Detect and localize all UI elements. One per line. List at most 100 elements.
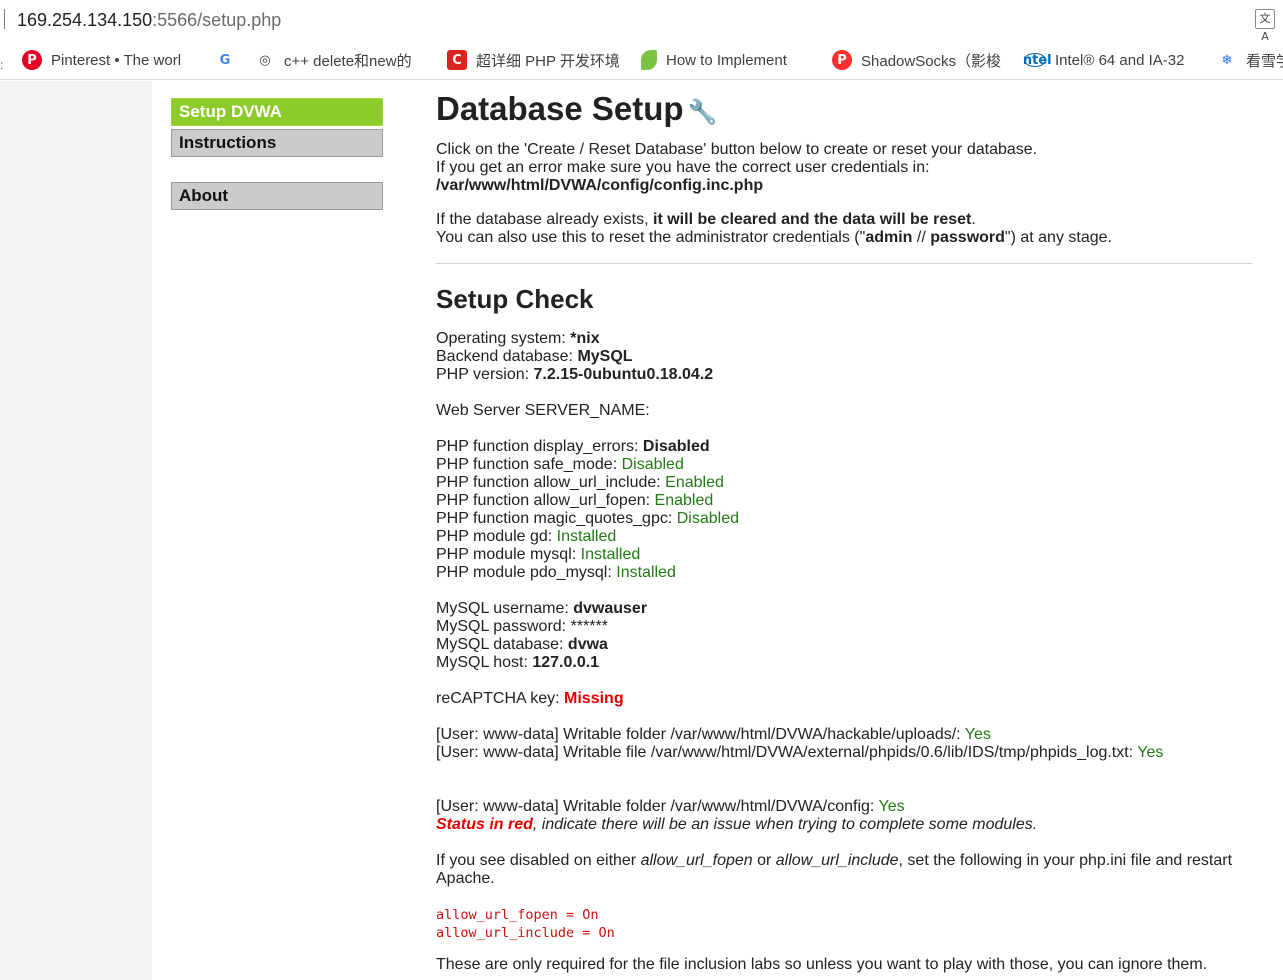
status-ok: Enabled: [654, 492, 714, 509]
db-row: Backend database: MySQL: [436, 348, 633, 366]
bookmark-label: c++ delete和new的: [284, 52, 412, 70]
gd-module-row: PHP module gd: Installed: [436, 528, 616, 546]
bookmark-intel[interactable]: intel Intel® 64 and IA-32: [1024, 49, 1198, 71]
status-legend: Status in red, indicate there will be an…: [436, 816, 1037, 834]
reset-password: password: [930, 229, 1005, 246]
bookmark-label: 超详细 PHP 开发环境: [476, 52, 619, 70]
text-cursor: [4, 9, 5, 29]
bookmark-label: Intel® 64 and IA-32: [1055, 51, 1185, 69]
exists-bold: it will be cleared and the data will be …: [653, 211, 972, 228]
display-errors-row: PHP function display_errors: Disabled: [436, 438, 710, 456]
bookmark-csdn[interactable]: C 超详细 PHP 开发环境: [447, 49, 619, 71]
mysql-host-row: MySQL host: 127.0.0.1: [436, 654, 599, 672]
bookmarks-bar: : P Pinterest • The worl G ◎ c++ delete和…: [0, 40, 1283, 80]
intro-line-1: Click on the 'Create / Reset Database' b…: [436, 141, 1038, 158]
row-label: [User: www-data] Writable folder /var/ww…: [436, 726, 965, 743]
snowflake-icon: ❄: [1221, 52, 1233, 68]
mysql-module-row: PHP module mysql: Installed: [436, 546, 640, 564]
page-title-text: Database Setup: [436, 90, 684, 127]
row-label: MySQL database:: [436, 636, 568, 653]
status-ok: Disabled: [621, 456, 684, 473]
os-value: *nix: [570, 330, 600, 347]
reset-admin: admin: [865, 229, 913, 246]
status-ok: Yes: [964, 726, 991, 743]
row-label: PHP module gd:: [436, 528, 557, 545]
disabled-fopen: allow_url_fopen: [640, 852, 753, 869]
bookmark-google[interactable]: G: [215, 49, 239, 71]
row-label: MySQL username:: [436, 600, 574, 617]
status-ok: Yes: [1137, 744, 1164, 761]
status-ok: Installed: [580, 546, 641, 563]
row-label: reCAPTCHA key:: [436, 690, 565, 707]
row-label: PHP module mysql:: [436, 546, 581, 563]
status-ok: Installed: [556, 528, 617, 545]
safe-mode-row: PHP function safe_mode: Disabled: [436, 456, 684, 474]
uploads-writable-row: [User: www-data] Writable folder /var/ww…: [436, 726, 991, 744]
magic-quotes-row: PHP function magic_quotes_gpc: Disabled: [436, 510, 739, 528]
reset-credentials-note: You can also use this to reset the admin…: [436, 229, 1112, 247]
row-label: MySQL host:: [436, 654, 533, 671]
disabled-suffix: , set the following in your php.ini file…: [898, 852, 1233, 869]
reset-prefix: You can also use this to reset the admin…: [436, 229, 866, 246]
address-bar[interactable]: 169.254.134.150:5566/setup.php 文A: [0, 0, 1283, 43]
mysql-database-row: MySQL database: dvwa: [436, 636, 608, 654]
cpp-icon: ◎: [259, 52, 271, 68]
status-red-text: Status in red: [436, 816, 533, 833]
os-row: Operating system: *nix: [436, 330, 600, 348]
allow-url-include-row: PHP function allow_url_include: Enabled: [436, 474, 724, 492]
config-writable-row: [User: www-data] Writable folder /var/ww…: [436, 798, 905, 816]
php-label: PHP version:: [436, 366, 534, 383]
bookmark-label: 看雪学: [1246, 52, 1283, 70]
bookmark-label: ShadowSocks（影梭: [861, 52, 1002, 70]
menu-setup-dvwa[interactable]: Setup DVWA: [171, 98, 383, 126]
disabled-include: allow_url_include: [775, 852, 899, 869]
status-ok: Installed: [616, 564, 676, 581]
row-value: dvwauser: [573, 600, 648, 617]
row-label: PHP function allow_url_include:: [436, 474, 666, 491]
row-label: [User: www-data] Writable file /var/www/…: [436, 744, 1138, 761]
url-path: :5566/setup.php: [152, 10, 282, 30]
translate-icon[interactable]: 文A: [1255, 9, 1275, 43]
intro-line-2: If you get an error make sure you have t…: [436, 159, 930, 176]
exists-prefix: If the database already exists,: [436, 211, 654, 228]
bookmarks-overflow-icon[interactable]: :: [0, 58, 3, 72]
config-path: /var/www/html/DVWA/config/config.inc.php: [436, 177, 763, 195]
url-text[interactable]: 169.254.134.150:5566/setup.php: [17, 9, 281, 31]
status-ok: Yes: [878, 798, 905, 815]
setup-check-title: Setup Check: [436, 284, 594, 314]
disabled-note-line-2: Apache.: [436, 870, 495, 887]
exists-suffix: .: [971, 211, 976, 228]
pdo-mysql-row: PHP module pdo_mysql: Installed: [436, 564, 676, 582]
menu-about[interactable]: About: [171, 182, 383, 210]
bookmark-kanxue[interactable]: ❄ 看雪学: [1217, 49, 1283, 71]
status-ok: Disabled: [676, 510, 740, 527]
config-code-line-1: allow_url_fopen = On: [436, 907, 599, 923]
row-label: PHP function display_errors:: [436, 438, 643, 455]
divider: [436, 263, 1252, 264]
phpids-writable-row: [User: www-data] Writable file /var/www/…: [436, 744, 1163, 762]
wrench-icon: 🔧: [687, 98, 718, 126]
intel-icon: intel: [1024, 53, 1052, 68]
bookmark-pinterest[interactable]: P Pinterest • The worl: [22, 49, 194, 71]
os-label: Operating system:: [436, 330, 571, 347]
config-code-line-2: allow_url_include = On: [436, 925, 615, 941]
disabled-or: or: [752, 852, 776, 869]
recaptcha-row: reCAPTCHA key: Missing: [436, 690, 624, 708]
row-label: MySQL password:: [436, 618, 571, 635]
bookmark-label: How to Implement: [666, 51, 787, 69]
bookmark-how-to-implement[interactable]: How to Implement: [641, 49, 809, 71]
bookmark-cpp[interactable]: ◎ c++ delete和new的: [255, 49, 425, 71]
mysql-username-row: MySQL username: dvwauser: [436, 600, 647, 618]
disabled-prefix: If you see disabled on either: [436, 852, 641, 869]
reset-sep: //: [912, 229, 931, 246]
status-ok: Enabled: [665, 474, 724, 491]
status-error: Missing: [564, 690, 624, 707]
leaf-icon: [641, 50, 657, 70]
status-legend-text: , indicate there will be an issue when t…: [532, 816, 1038, 833]
pinterest-icon: P: [22, 50, 42, 70]
disabled-note: If you see disabled on either allow_url_…: [436, 852, 1232, 870]
menu-instructions[interactable]: Instructions: [171, 129, 383, 157]
server-name-row: Web Server SERVER_NAME:: [436, 402, 650, 419]
bookmark-shadowsocks[interactable]: P ShadowSocks（影梭: [832, 49, 1004, 71]
row-label: PHP function magic_quotes_gpc:: [436, 510, 677, 527]
